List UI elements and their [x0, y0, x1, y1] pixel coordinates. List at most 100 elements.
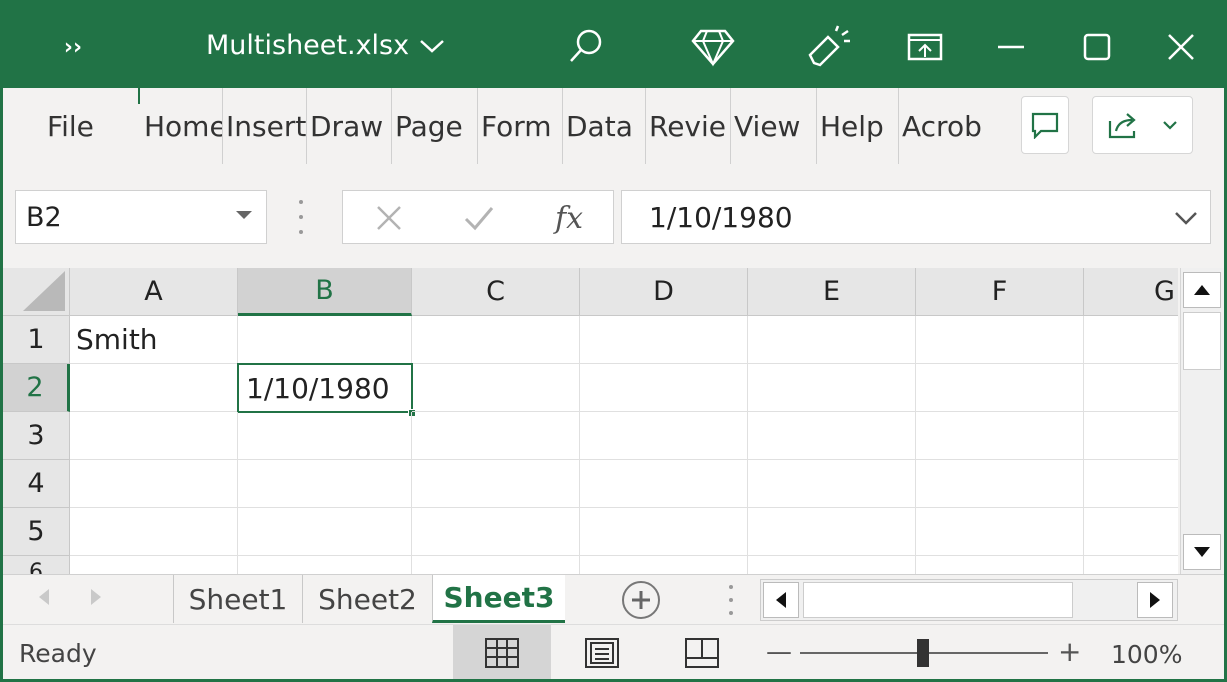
- tab-insert[interactable]: Insert: [223, 88, 307, 164]
- caret-down-icon[interactable]: [236, 211, 252, 219]
- cell-b5[interactable]: [238, 508, 412, 556]
- cell-d1[interactable]: [580, 316, 748, 364]
- cell-b1[interactable]: [238, 316, 412, 364]
- cell-a2[interactable]: [70, 364, 238, 412]
- tab-data[interactable]: Data: [563, 88, 646, 164]
- cell-f2[interactable]: [916, 364, 1084, 412]
- sheet-tab-sheet3[interactable]: Sheet3: [432, 575, 565, 623]
- check-icon[interactable]: [449, 191, 509, 245]
- cell-f5[interactable]: [916, 508, 1084, 556]
- tab-help[interactable]: Help: [817, 88, 899, 164]
- cell-b6[interactable]: [238, 556, 412, 574]
- cell-f6[interactable]: [916, 556, 1084, 574]
- cell-f4[interactable]: [916, 460, 1084, 508]
- cell-g6[interactable]: [1084, 556, 1178, 574]
- cell-g2[interactable]: [1084, 364, 1178, 412]
- cell-a6[interactable]: [70, 556, 238, 574]
- column-header-g[interactable]: G: [1084, 268, 1178, 316]
- cell-c3[interactable]: [412, 412, 580, 460]
- minimize-icon[interactable]: [986, 22, 1036, 72]
- horizontal-scroll-thumb[interactable]: [803, 582, 1073, 618]
- tab-draw[interactable]: Draw: [307, 88, 392, 164]
- column-header-a[interactable]: A: [70, 268, 238, 316]
- tab-review[interactable]: Revie: [646, 88, 731, 164]
- horizontal-scrollbar[interactable]: [760, 579, 1178, 621]
- formula-input[interactable]: 1/10/1980: [621, 190, 1211, 244]
- next-sheet-icon[interactable]: [91, 589, 101, 605]
- zoom-in-button[interactable]: +: [1058, 635, 1081, 668]
- cell-b4[interactable]: [238, 460, 412, 508]
- column-header-c[interactable]: C: [412, 268, 580, 316]
- zoom-slider-thumb[interactable]: [917, 639, 929, 667]
- cell-e4[interactable]: [748, 460, 916, 508]
- search-icon[interactable]: [560, 22, 610, 72]
- column-header-f[interactable]: F: [916, 268, 1084, 316]
- select-all-button[interactable]: [3, 268, 70, 316]
- zoom-level[interactable]: 100%: [1111, 640, 1182, 669]
- cell-g5[interactable]: [1084, 508, 1178, 556]
- cell-c4[interactable]: [412, 460, 580, 508]
- cell-b3[interactable]: [238, 412, 412, 460]
- row-header-4[interactable]: 4: [3, 460, 70, 508]
- cell-d4[interactable]: [580, 460, 748, 508]
- column-header-e[interactable]: E: [748, 268, 916, 316]
- tab-page[interactable]: Page: [392, 88, 478, 164]
- comments-button[interactable]: [1021, 96, 1069, 154]
- page-layout-button[interactable]: [553, 625, 651, 680]
- scroll-left-button[interactable]: [763, 582, 799, 618]
- cell-a3[interactable]: [70, 412, 238, 460]
- cancel-icon[interactable]: [359, 191, 419, 245]
- cell-c5[interactable]: [412, 508, 580, 556]
- cell-e1[interactable]: [748, 316, 916, 364]
- diamond-icon[interactable]: [688, 22, 738, 72]
- share-button[interactable]: [1092, 96, 1193, 154]
- cell-a1[interactable]: Smith: [70, 316, 238, 364]
- scroll-down-button[interactable]: [1183, 534, 1221, 570]
- cell-g1[interactable]: [1084, 316, 1178, 364]
- name-box[interactable]: B2: [15, 190, 267, 244]
- cell-e2[interactable]: [748, 364, 916, 412]
- tab-file[interactable]: File: [3, 88, 141, 164]
- column-header-d[interactable]: D: [580, 268, 748, 316]
- cell-a5[interactable]: [70, 508, 238, 556]
- cell-f3[interactable]: [916, 412, 1084, 460]
- insert-function-icon[interactable]: fx: [539, 191, 599, 245]
- maximize-icon[interactable]: [1072, 22, 1122, 72]
- scroll-right-button[interactable]: [1137, 582, 1173, 618]
- scroll-up-button[interactable]: [1183, 272, 1221, 308]
- page-break-preview-button[interactable]: [653, 625, 751, 680]
- more-commands-icon[interactable]: ››: [48, 22, 98, 72]
- sheet-tab-sheet2[interactable]: Sheet2: [302, 575, 432, 623]
- tab-form[interactable]: Form: [478, 88, 563, 164]
- cell-e5[interactable]: [748, 508, 916, 556]
- zoom-out-button[interactable]: —: [766, 637, 792, 667]
- file-title[interactable]: Multisheet.xlsx: [206, 30, 445, 61]
- cell-c2[interactable]: [412, 364, 580, 412]
- row-header-5[interactable]: 5: [3, 508, 70, 556]
- add-sheet-button[interactable]: [622, 581, 660, 619]
- cell-c6[interactable]: [412, 556, 580, 574]
- tab-home[interactable]: Home: [141, 88, 223, 164]
- cell-g4[interactable]: [1084, 460, 1178, 508]
- cell-g3[interactable]: [1084, 412, 1178, 460]
- cell-c1[interactable]: [412, 316, 580, 364]
- sheet-tab-sheet1[interactable]: Sheet1: [173, 575, 302, 623]
- tab-acrobat[interactable]: Acrob: [899, 88, 981, 164]
- cell-d6[interactable]: [580, 556, 748, 574]
- row-header-6[interactable]: 6: [3, 556, 70, 574]
- lightbulb-icon[interactable]: [804, 22, 854, 72]
- cell-a4[interactable]: [70, 460, 238, 508]
- previous-sheet-icon[interactable]: [39, 589, 49, 605]
- vertical-scroll-thumb[interactable]: [1183, 312, 1221, 370]
- ribbon-display-icon[interactable]: [900, 22, 950, 72]
- tab-view[interactable]: View: [731, 88, 817, 164]
- normal-view-button[interactable]: [453, 625, 551, 680]
- cell-d3[interactable]: [580, 412, 748, 460]
- row-header-3[interactable]: 3: [3, 412, 70, 460]
- cell-d5[interactable]: [580, 508, 748, 556]
- cell-d2[interactable]: [580, 364, 748, 412]
- row-header-1[interactable]: 1: [3, 316, 70, 364]
- expand-formula-icon[interactable]: [1172, 205, 1200, 231]
- close-icon[interactable]: [1156, 22, 1206, 72]
- cell-e6[interactable]: [748, 556, 916, 574]
